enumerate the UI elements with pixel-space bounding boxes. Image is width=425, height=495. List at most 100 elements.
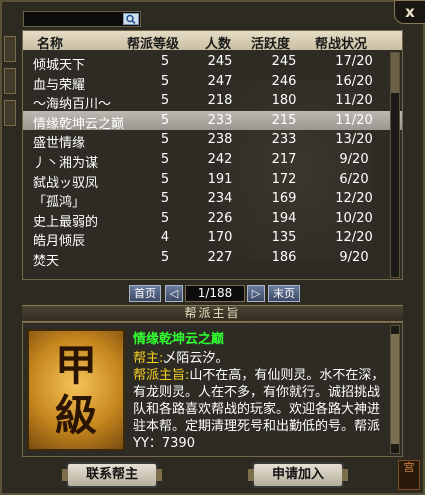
- guild-level-cell: 5: [160, 73, 170, 89]
- guild-row[interactable]: 皓月倾辰 4 170 135 12/20: [23, 228, 402, 250]
- corner-badge: 宫: [398, 460, 420, 490]
- column-header-level[interactable]: 帮派等级: [127, 33, 179, 52]
- leader-value: 乄陌云汐。: [163, 351, 229, 366]
- left-tab-3[interactable]: [4, 100, 16, 126]
- left-tab-2[interactable]: [4, 68, 16, 94]
- guild-war-cell: 10/20: [335, 210, 373, 226]
- guild-row[interactable]: 弑战ッ驭凤 5 191 172 6/20: [23, 170, 402, 191]
- guild-level-cell: 5: [160, 132, 170, 148]
- guild-members-cell: 247: [207, 73, 233, 89]
- guild-name-cell: 「孤鸿」: [33, 195, 86, 211]
- search-icon: [126, 14, 136, 24]
- guild-name-cell: 弑战ッ驭凤: [33, 175, 99, 191]
- guild-war-cell: 12/20: [335, 191, 373, 207]
- guild-list-window: x 名称 帮派等级 人数 活跃度 帮战状况 倾城天下 5 245 245 17/20 血与…: [0, 0, 425, 495]
- detail-scrollbar[interactable]: [390, 325, 400, 454]
- prev-arrow-icon: ◁: [169, 287, 179, 300]
- guild-activity-cell: 233: [271, 132, 297, 148]
- guild-level-cell: 5: [160, 250, 170, 265]
- contact-leader-button[interactable]: 联系帮主: [62, 462, 162, 488]
- guild-members-cell: 245: [207, 54, 233, 69]
- list-scrollbar[interactable]: [390, 52, 400, 278]
- guild-activity-cell: 186: [271, 250, 297, 265]
- detail-section-title: 帮派主旨: [22, 305, 403, 322]
- guild-row[interactable]: 丿丶湘为谋 5 242 217 9/20: [23, 150, 402, 171]
- pager: 首页 ◁ 1/188 ▷ 末页: [2, 285, 425, 302]
- next-arrow-icon: ▷: [251, 287, 261, 300]
- guild-name-cell: 丿丶湘为谋: [33, 156, 99, 171]
- rank-badge-char-2: 級: [54, 391, 97, 440]
- guild-war-cell: 12/20: [335, 230, 373, 246]
- guild-row[interactable]: 血与荣耀 5 247 246 16/20: [23, 72, 402, 93]
- guild-name-cell: 血与荣耀: [33, 77, 86, 93]
- guild-level-cell: 5: [160, 54, 170, 69]
- guild-activity-cell: 217: [271, 152, 297, 167]
- guild-level-cell: 5: [160, 152, 170, 167]
- list-header: 名称 帮派等级 人数 活跃度 帮战状况: [23, 31, 402, 52]
- apply-join-button[interactable]: 申请加入: [248, 462, 348, 488]
- guild-info-text: 帮主:乄陌云汐。 帮派主旨:山不在高，有仙则灵。水不在深，有龙则灵。人在不多，有…: [133, 350, 387, 454]
- last-page-button[interactable]: 末页: [268, 285, 300, 302]
- guild-members-cell: 234: [207, 191, 233, 207]
- detail-scroll-thumb[interactable]: [391, 334, 399, 444]
- guild-members-cell: 191: [207, 171, 233, 187]
- guild-level-cell: 5: [160, 171, 170, 187]
- column-header-members[interactable]: 人数: [205, 33, 231, 52]
- guild-name: 情缘乾坤云之巅: [133, 332, 225, 347]
- guild-activity-cell: 169: [271, 191, 297, 207]
- close-button[interactable]: x: [394, 0, 425, 24]
- leader-label: 帮主:: [133, 351, 164, 366]
- guild-name-cell: 情缘乾坤云之巅: [33, 116, 125, 132]
- guild-members-cell: 242: [207, 152, 233, 167]
- guild-name-cell: 盛世情缘: [33, 136, 86, 152]
- column-header-activity[interactable]: 活跃度: [251, 33, 290, 52]
- guild-members-cell: 233: [207, 112, 233, 128]
- rank-badge-char-1: 甲: [54, 341, 97, 390]
- guild-row[interactable]: 史上最弱的 5 226 194 10/20: [23, 209, 402, 230]
- guild-name-cell: 皓月倾辰: [33, 234, 86, 250]
- search-button[interactable]: [123, 13, 139, 25]
- guild-war-cell: 11/20: [335, 112, 373, 128]
- guild-row[interactable]: 情缘乾坤云之巅 5 233 215 11/20: [23, 110, 402, 132]
- guild-name-cell: 倾城天下: [33, 58, 86, 73]
- guild-members-cell: 227: [207, 250, 233, 265]
- prev-page-button[interactable]: ◁: [165, 285, 183, 302]
- column-header-name[interactable]: 名称: [37, 33, 63, 52]
- guild-members-cell: 218: [207, 93, 233, 109]
- guild-activity-cell: 246: [271, 73, 297, 89]
- column-header-war[interactable]: 帮战状况: [315, 33, 367, 52]
- list-scroll-thumb[interactable]: [391, 53, 399, 93]
- guild-war-cell: 17/20: [335, 54, 373, 69]
- guild-war-cell: 6/20: [339, 171, 369, 187]
- left-tab-1[interactable]: [4, 36, 16, 62]
- guild-activity-cell: 194: [271, 210, 297, 226]
- guild-row[interactable]: 倾城天下 5 245 245 17/20: [23, 52, 402, 73]
- guild-level-cell: 5: [160, 112, 170, 128]
- guild-level-cell: 4: [160, 230, 170, 246]
- guild-name-cell: 史上最弱的: [33, 214, 99, 230]
- first-page-button[interactable]: 首页: [129, 285, 161, 302]
- guild-activity-cell: 215: [271, 112, 297, 128]
- search-input[interactable]: [25, 12, 121, 26]
- guild-detail-panel: 甲 級 情缘乾坤云之巅 帮主:乄陌云汐。 帮派主旨:山不在高，有仙则灵。水不在深…: [22, 322, 403, 457]
- guild-row[interactable]: 「孤鸿」 5 234 169 12/20: [23, 189, 402, 211]
- guild-members-cell: 238: [207, 132, 233, 148]
- guild-war-cell: 16/20: [335, 73, 373, 89]
- rank-badge-icon: 甲 級: [27, 329, 125, 451]
- guild-row[interactable]: ～海纳百川～ 5 218 180 11/20: [23, 91, 402, 113]
- guild-activity-cell: 245: [271, 54, 297, 69]
- guild-row[interactable]: 焚天 5 227 186 9/20: [23, 248, 402, 269]
- guild-war-cell: 9/20: [339, 250, 369, 265]
- guild-level-cell: 5: [160, 210, 170, 226]
- guild-name-cell: 焚天: [33, 254, 60, 269]
- left-tab-rail: [2, 30, 18, 150]
- guild-list-panel: 名称 帮派等级 人数 活跃度 帮战状况 倾城天下 5 245 245 17/20 血与荣耀…: [22, 30, 403, 280]
- guild-war-cell: 13/20: [335, 132, 373, 148]
- motto-label: 帮派主旨:: [133, 368, 190, 383]
- guild-war-cell: 9/20: [339, 152, 369, 167]
- guild-war-cell: 11/20: [335, 93, 373, 109]
- guild-activity-cell: 172: [271, 171, 297, 187]
- guild-row[interactable]: 盛世情缘 5 238 233 13/20: [23, 130, 402, 152]
- guild-name-cell: ～海纳百川～: [33, 97, 112, 113]
- next-page-button[interactable]: ▷: [247, 285, 265, 302]
